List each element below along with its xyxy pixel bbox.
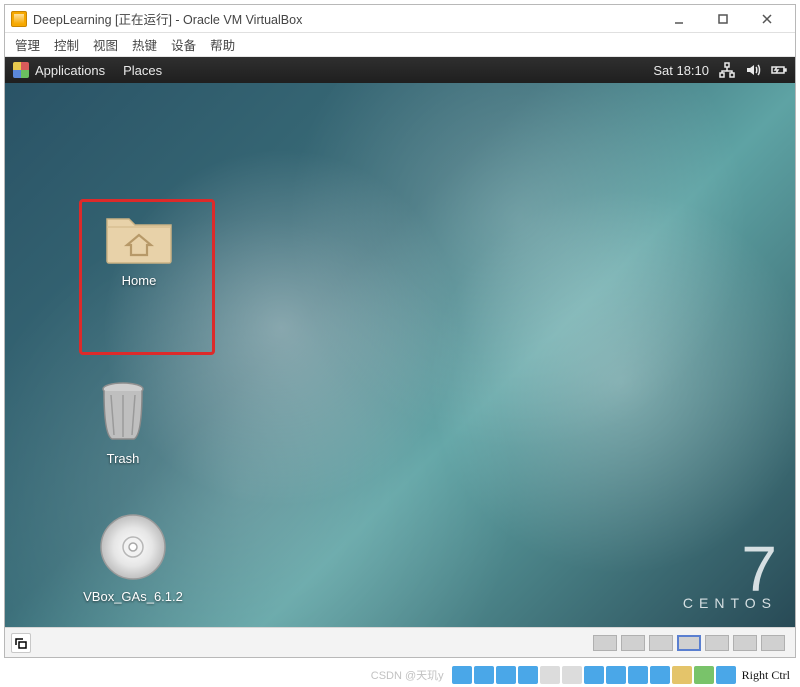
- optical-disc-icon[interactable]: [474, 666, 494, 684]
- virtualbox-window: DeepLearning [正在运行] - Oracle VM VirtualB…: [4, 4, 796, 658]
- menu-hotkeys[interactable]: 热键: [132, 35, 157, 54]
- clipboard-icon[interactable]: [650, 666, 670, 684]
- virtualbox-menubar: 管理 控制 视图 热键 设备 帮助: [5, 33, 795, 57]
- host-key-indicator[interactable]: Right Ctrl: [742, 668, 790, 683]
- keyboard-capture-icon[interactable]: [716, 666, 736, 684]
- guest-desktop[interactable]: Home Trash: [5, 83, 795, 627]
- display-preview[interactable]: [621, 635, 645, 651]
- menu-devices[interactable]: 设备: [171, 35, 196, 54]
- desktop-icon-vbox-gas[interactable]: VBox_GAs_6.1.2: [63, 513, 203, 604]
- display-preview[interactable]: [761, 635, 785, 651]
- desktop-icon-label: Trash: [73, 451, 173, 466]
- cpu-icon[interactable]: [672, 666, 692, 684]
- close-button[interactable]: [745, 5, 789, 33]
- places-menu[interactable]: Places: [123, 63, 162, 78]
- centos-brand: 7 CENTOS: [683, 544, 777, 611]
- desktop-icon-trash[interactable]: Trash: [73, 379, 173, 466]
- clock[interactable]: Sat 18:10: [653, 63, 709, 78]
- home-folder-icon: [103, 205, 175, 265]
- window-title: DeepLearning [正在运行] - Oracle VM VirtualB…: [33, 9, 302, 28]
- host-status-icons: [452, 666, 736, 684]
- statusbar-display-button[interactable]: [11, 633, 31, 653]
- audio-icon[interactable]: [518, 666, 538, 684]
- display-icon[interactable]: [584, 666, 604, 684]
- host-taskbar-row: CSDN @天玑y Right Ctrl: [0, 663, 800, 687]
- menu-control[interactable]: 控制: [54, 35, 79, 54]
- display-preview[interactable]: [677, 635, 701, 651]
- maximize-button[interactable]: [701, 5, 745, 33]
- display-preview[interactable]: [705, 635, 729, 651]
- menu-view[interactable]: 视图: [93, 35, 118, 54]
- recording-icon[interactable]: [606, 666, 626, 684]
- trash-icon: [95, 379, 151, 443]
- volume-icon[interactable]: [745, 62, 761, 78]
- applications-icon: [13, 62, 29, 78]
- menu-help[interactable]: 帮助: [210, 35, 235, 54]
- applications-menu[interactable]: Applications: [35, 63, 105, 78]
- watermark-text: CSDN @天玑y: [371, 667, 444, 683]
- network-icon[interactable]: [540, 666, 560, 684]
- desktop-icon-home[interactable]: Home: [79, 205, 199, 288]
- virtualbox-logo-icon: [11, 11, 27, 27]
- gnome-topbar: Applications Places Sat 18:10: [5, 57, 795, 83]
- statusbar-display-previews: [593, 635, 785, 651]
- virtualbox-statusbar: [5, 627, 795, 657]
- window-controls: [657, 5, 789, 33]
- desktop-icon-label: Home: [79, 273, 199, 288]
- network-icon[interactable]: [719, 62, 735, 78]
- minimize-button[interactable]: [657, 5, 701, 33]
- guest-vm-area: Applications Places Sat 18:10: [5, 57, 795, 627]
- gnome-tray: Sat 18:10: [653, 62, 787, 78]
- mouse-integration-icon[interactable]: [694, 666, 714, 684]
- centos-version: 7: [683, 544, 777, 595]
- display-preview[interactable]: [733, 635, 757, 651]
- shared-folder-icon[interactable]: [562, 666, 582, 684]
- harddisk-icon[interactable]: [452, 666, 472, 684]
- display-preview[interactable]: [649, 635, 673, 651]
- display-preview[interactable]: [593, 635, 617, 651]
- desktop-icon-label: VBox_GAs_6.1.2: [63, 589, 203, 604]
- centos-name: CENTOS: [683, 595, 777, 611]
- video-capture-icon[interactable]: [628, 666, 648, 684]
- menu-manage[interactable]: 管理: [15, 35, 40, 54]
- usb-icon[interactable]: [496, 666, 516, 684]
- battery-icon[interactable]: [771, 62, 787, 78]
- disc-icon: [99, 513, 167, 581]
- window-titlebar[interactable]: DeepLearning [正在运行] - Oracle VM VirtualB…: [5, 5, 795, 33]
